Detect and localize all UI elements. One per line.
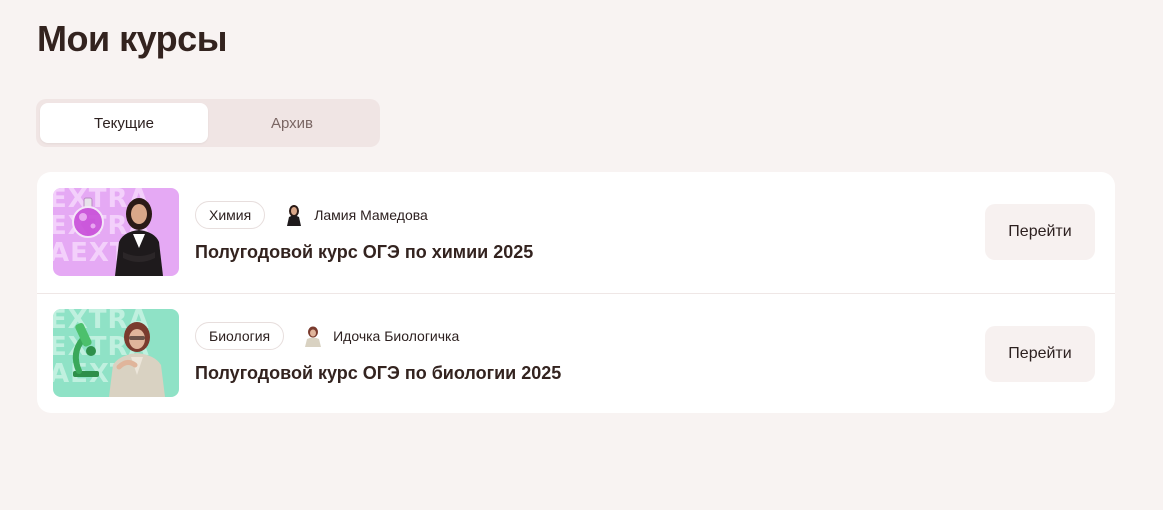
go-button[interactable]: Перейти bbox=[985, 325, 1095, 382]
subject-tag: Химия bbox=[195, 201, 266, 230]
teacher: Идочка Биологичка bbox=[302, 325, 460, 348]
course-tabs: Текущие Архив bbox=[36, 99, 380, 147]
course-card[interactable]: EXTRA EXTRA AEXTR Биология Идочка Биолог… bbox=[37, 292, 1115, 414]
subject-tag: Биология bbox=[195, 322, 285, 351]
course-thumbnail: EXTRA EXTRA AEXTR bbox=[53, 188, 179, 277]
teacher: Ламия Мамедова bbox=[283, 204, 428, 227]
go-button[interactable]: Перейти bbox=[985, 204, 1095, 260]
course-thumbnail: EXTRA EXTRA AEXTR bbox=[53, 309, 179, 398]
teacher-photo bbox=[115, 198, 163, 277]
course-meta: Биология Идочка Биологичка bbox=[195, 322, 561, 351]
course-list: EXTRA EXTRA AEXTR Химия bbox=[37, 172, 1115, 413]
teacher-avatar bbox=[305, 326, 322, 348]
teacher-name: Идочка Биологичка bbox=[333, 328, 460, 345]
course-info: Биология Идочка Биологичка Полугодовой к… bbox=[195, 322, 561, 384]
teacher-photo bbox=[109, 322, 165, 398]
tab-current[interactable]: Текущие bbox=[40, 103, 208, 143]
teacher-avatar bbox=[287, 205, 302, 227]
course-title: Полугодовой курс ОГЭ по биологии 2025 bbox=[195, 363, 562, 384]
teacher-name: Ламия Мамедова bbox=[314, 207, 428, 224]
tab-archive[interactable]: Архив bbox=[208, 103, 376, 143]
course-title: Полугодовой курс ОГЭ по химии 2025 bbox=[195, 242, 534, 263]
course-card[interactable]: EXTRA EXTRA AEXTR Химия bbox=[37, 172, 1115, 293]
page-title: Мои курсы bbox=[37, 18, 227, 59]
course-meta: Химия Ламия Мамедова bbox=[195, 201, 533, 230]
course-info: Химия Ламия Мамедова Полугодовой курс ОГ… bbox=[195, 201, 533, 263]
